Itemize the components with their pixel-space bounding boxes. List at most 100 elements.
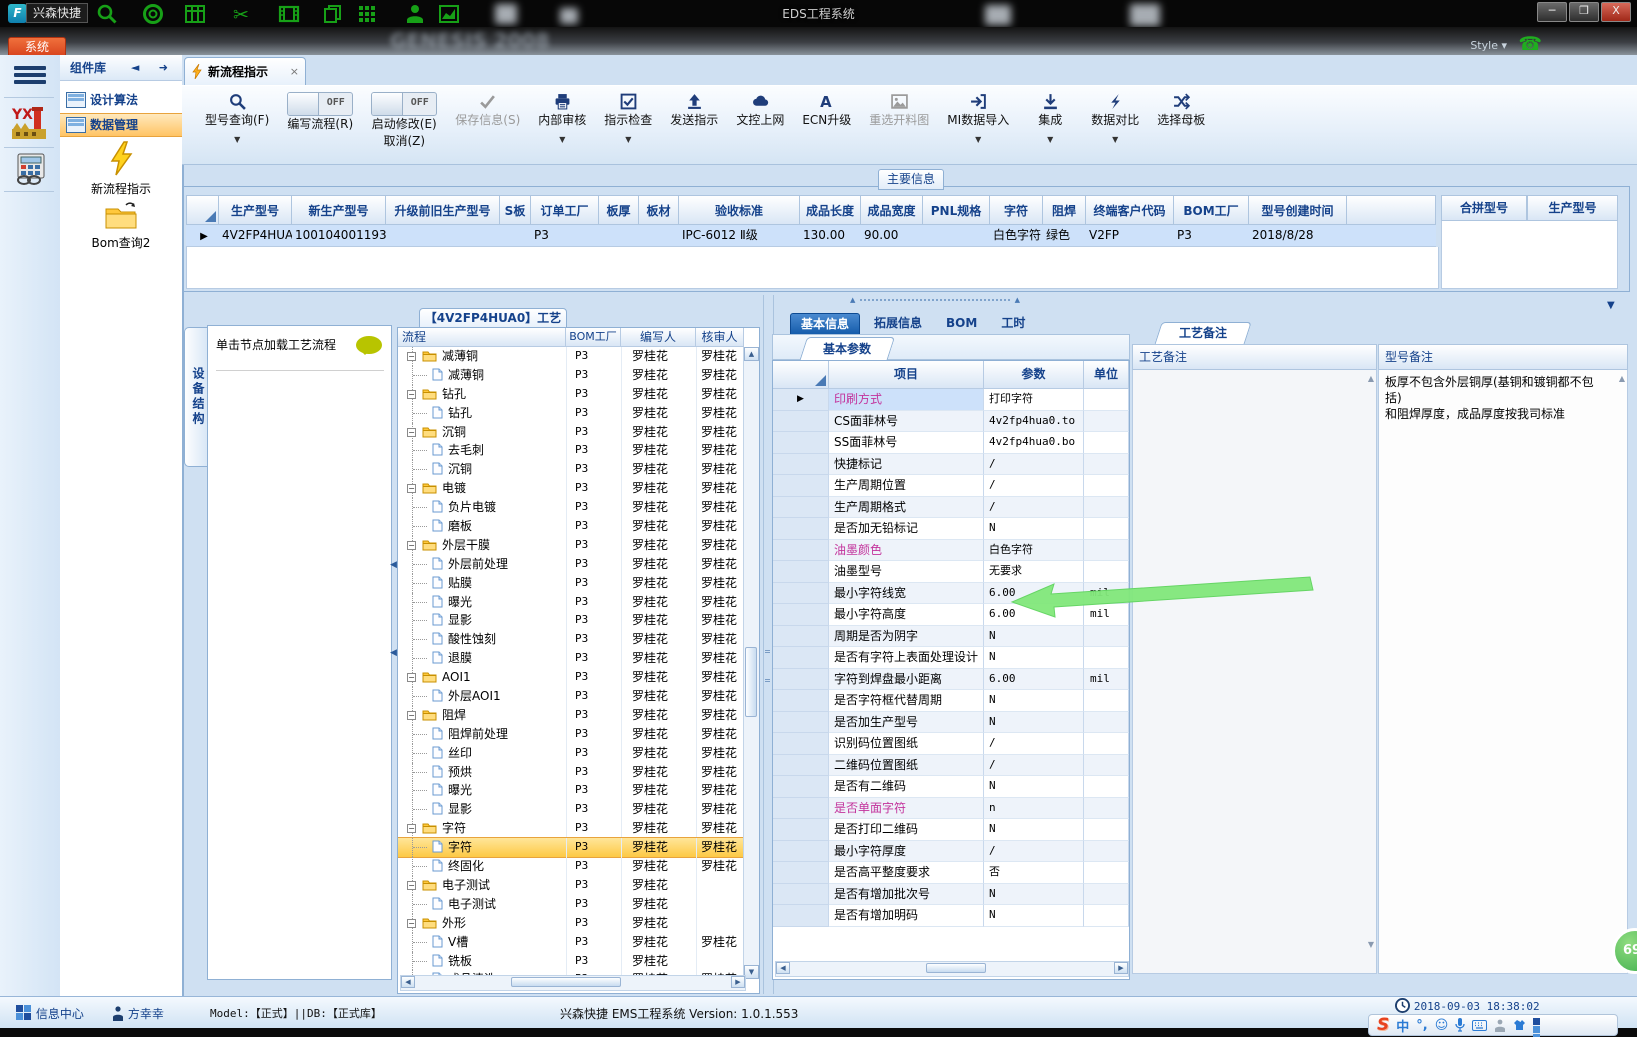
tree-row-去毛刺[interactable]: 去毛刺 P3 罗桂花 罗桂花 [398, 441, 744, 461]
main-cell-0[interactable]: 4V2FP4HUA0 [219, 225, 292, 247]
collapse-icon[interactable]: − [407, 484, 416, 494]
main-column-6[interactable]: 板材 [639, 195, 679, 225]
sogou-logo[interactable]: S [1377, 1015, 1389, 1035]
row-selector[interactable]: ▶ [186, 225, 219, 247]
params-horizontal-scrollbar[interactable]: ◀ ▶ [775, 961, 1129, 977]
param-row-是否加无铅标记[interactable]: 是否加无铅标记 N [773, 518, 1129, 540]
main-column-9[interactable]: 成品宽度 [861, 195, 923, 225]
tree-row-曝光[interactable]: 曝光 P3 罗桂花 罗桂花 [398, 592, 744, 612]
tree-row-酸性蚀刻[interactable]: 酸性蚀刻 P3 罗桂花 罗桂花 [398, 630, 744, 650]
chevron-down-icon[interactable]: ▼ [975, 135, 981, 147]
main-column-5[interactable]: 板厚 [599, 195, 639, 225]
style-dropdown[interactable]: Style ▾ [1470, 39, 1507, 52]
sidebar-collapse-icons[interactable]: ◄ ➜ [131, 61, 176, 74]
tab-extended-info[interactable]: 拓展信息 [864, 313, 932, 334]
param-row-最小字符高度[interactable]: 最小字符高度 6.00 mil [773, 604, 1129, 626]
tree-row-钻孔[interactable]: 钻孔 P3 罗桂花 罗桂花 [398, 403, 744, 423]
tree-row-电子测试[interactable]: − 电子测试 P3 罗桂花 [398, 875, 744, 895]
main-column-8[interactable]: 成品长度 [800, 195, 861, 225]
tab-basic-info[interactable]: 基本信息 [790, 313, 861, 334]
param-column-value[interactable]: 参数 [984, 361, 1084, 389]
collapse-icon[interactable]: − [407, 352, 416, 361]
param-row-是否有增加批次号[interactable]: 是否有增加批次号 N [773, 883, 1129, 905]
tree-row-钻孔[interactable]: − 钻孔 P3 罗桂花 罗桂花 [398, 384, 744, 404]
ribbon-button-11[interactable]: 集成 ▼ [1018, 90, 1082, 147]
tab-work-hours[interactable]: 工时 [991, 313, 1035, 334]
main-cell-15[interactable]: 2018/8/28 [1249, 225, 1347, 247]
main-cell-2[interactable] [386, 225, 500, 247]
collapse-icon[interactable]: − [407, 918, 416, 928]
shortcut-bom-query[interactable]: Bom查询2 [60, 201, 182, 251]
collapse-icon[interactable]: − [407, 710, 416, 720]
main-cell-6[interactable] [639, 225, 679, 247]
param-row-是否字符框代替周期[interactable]: 是否字符框代替周期 N [773, 690, 1129, 712]
tree-horizontal-scrollbar[interactable]: ◀ ▶ [400, 975, 746, 991]
param-row-是否加生产型号[interactable]: 是否加生产型号 N [773, 711, 1129, 733]
tree-row-沉铜[interactable]: 沉铜 P3 罗桂花 罗桂花 [398, 460, 744, 480]
tree-row-字符[interactable]: − 字符 P3 罗桂花 罗桂花 [398, 819, 744, 839]
main-cell-5[interactable] [599, 225, 639, 247]
tree-row-终固化[interactable]: 终固化 P3 罗桂花 罗桂花 [398, 857, 744, 876]
close-button[interactable]: X [1601, 2, 1631, 22]
phone-icon[interactable]: ☎ [1518, 33, 1542, 55]
tab-craft-notes[interactable]: 工艺备注 [1154, 322, 1252, 345]
tree-row-减薄铜[interactable]: 减薄铜 P3 罗桂花 罗桂花 [398, 365, 744, 385]
main-column-12[interactable]: 阻焊 [1043, 195, 1086, 225]
chevron-down-icon[interactable]: ▼ [1047, 135, 1053, 147]
main-cell-3[interactable] [500, 225, 531, 247]
main-column-15[interactable]: 型号创建时间 [1249, 195, 1347, 225]
main-cell-11[interactable]: 白色字符 [990, 225, 1043, 247]
chevron-down-icon[interactable]: ▼ [625, 135, 631, 147]
tree-row-负片电镀[interactable]: 负片电镀 P3 罗桂花 罗桂花 [398, 498, 744, 518]
shortcut-new-process-instruction[interactable]: 新流程指示 [60, 141, 182, 197]
main-cell-1[interactable]: 10010400119348 [292, 225, 386, 247]
calculator-link-icon[interactable] [14, 153, 48, 188]
tree-row-铣板[interactable]: 铣板 P3 罗桂花 [398, 951, 744, 971]
tree-column-reviewer[interactable]: 核审人 [696, 328, 744, 347]
tree-row-V槽[interactable]: V槽 P3 罗桂花 罗桂花 [398, 932, 744, 952]
tree-row-丝印[interactable]: 丝印 P3 罗桂花 罗桂花 [398, 743, 744, 763]
keyboard-icon[interactable] [1472, 1019, 1488, 1031]
param-row-CS面菲林号[interactable]: CS面菲林号 4v2fp4hua0.to [773, 410, 1129, 432]
tree-row-阻焊前处理[interactable]: 阻焊前处理 P3 罗桂花 罗桂花 [398, 724, 744, 744]
ribbon-button-13[interactable]: 选择母板 [1148, 90, 1214, 129]
main-column-0[interactable]: 生产型号 [219, 195, 292, 225]
emoji-icon[interactable]: ☺ [1435, 1018, 1449, 1033]
param-row-快捷标记[interactable]: 快捷标记 / [773, 453, 1129, 475]
tree-row-贴膜[interactable]: 贴膜 P3 罗桂花 罗桂花 [398, 573, 744, 593]
param-row-是否有二维码[interactable]: 是否有二维码 N [773, 776, 1129, 798]
sidebar-item-data-management[interactable]: 数据管理 [60, 113, 182, 137]
main-cell-14[interactable]: P3 [1174, 225, 1249, 247]
collapse-icon[interactable]: − [407, 427, 416, 437]
tree-row-沉铜[interactable]: − 沉铜 P3 罗桂花 罗桂花 [398, 422, 744, 442]
menu-icon[interactable] [14, 63, 46, 89]
param-row-字符到焊盘最小距离[interactable]: 字符到焊盘最小距离 6.00 mil [773, 668, 1129, 690]
skin-icon[interactable] [1513, 1019, 1526, 1031]
collapse-icon[interactable]: − [407, 540, 416, 550]
chinese-mode-icon[interactable]: 中 [1396, 1016, 1409, 1035]
main-cell-12[interactable]: 绿色 [1043, 225, 1086, 247]
ribbon-button-10[interactable]: MI数据导入 ▼ [938, 90, 1018, 147]
collapse-icon[interactable]: − [407, 389, 416, 399]
ribbon-button-6[interactable]: 发送指示 [661, 90, 727, 129]
param-row-油墨型号[interactable]: 油墨型号 无要求 [773, 561, 1129, 583]
toggle-switch[interactable]: OFF [371, 92, 438, 116]
tree-row-预烘[interactable]: 预烘 P3 罗桂花 罗桂花 [398, 762, 744, 782]
minimize-button[interactable]: ─ [1537, 2, 1567, 22]
tab-new-process-instruction[interactable]: 新流程指示 × [184, 57, 306, 85]
main-column-13[interactable]: 终端客户代码 [1086, 195, 1174, 225]
person-icon[interactable] [1494, 1019, 1506, 1032]
toggle-switch[interactable]: OFF [287, 92, 354, 116]
main-column-4[interactable]: 订单工厂 [531, 195, 599, 225]
sidebar-item-design-algorithm[interactable]: 设计算法 [60, 89, 182, 111]
main-cell-16[interactable] [1347, 225, 1436, 247]
tree-row-外层前处理[interactable]: 外层前处理 P3 罗桂花 罗桂花 [398, 554, 744, 574]
main-column-14[interactable]: BOM工厂 [1174, 195, 1249, 225]
main-cell-8[interactable]: 130.00 [800, 225, 861, 247]
craft-note-box[interactable]: ▲ ▼ [1132, 370, 1377, 974]
param-row-最小字符线宽[interactable]: 最小字符线宽 6.00 mil [773, 582, 1129, 604]
info-center-button[interactable]: 信息中心 [16, 1005, 84, 1022]
tree-row-减薄铜[interactable]: − 减薄铜 P3 罗桂花 罗桂花 [398, 347, 744, 366]
param-row-是否有增加明码[interactable]: 是否有增加明码 N [773, 905, 1129, 927]
tree-row-外层干膜[interactable]: − 外层干膜 P3 罗桂花 罗桂花 [398, 535, 744, 555]
